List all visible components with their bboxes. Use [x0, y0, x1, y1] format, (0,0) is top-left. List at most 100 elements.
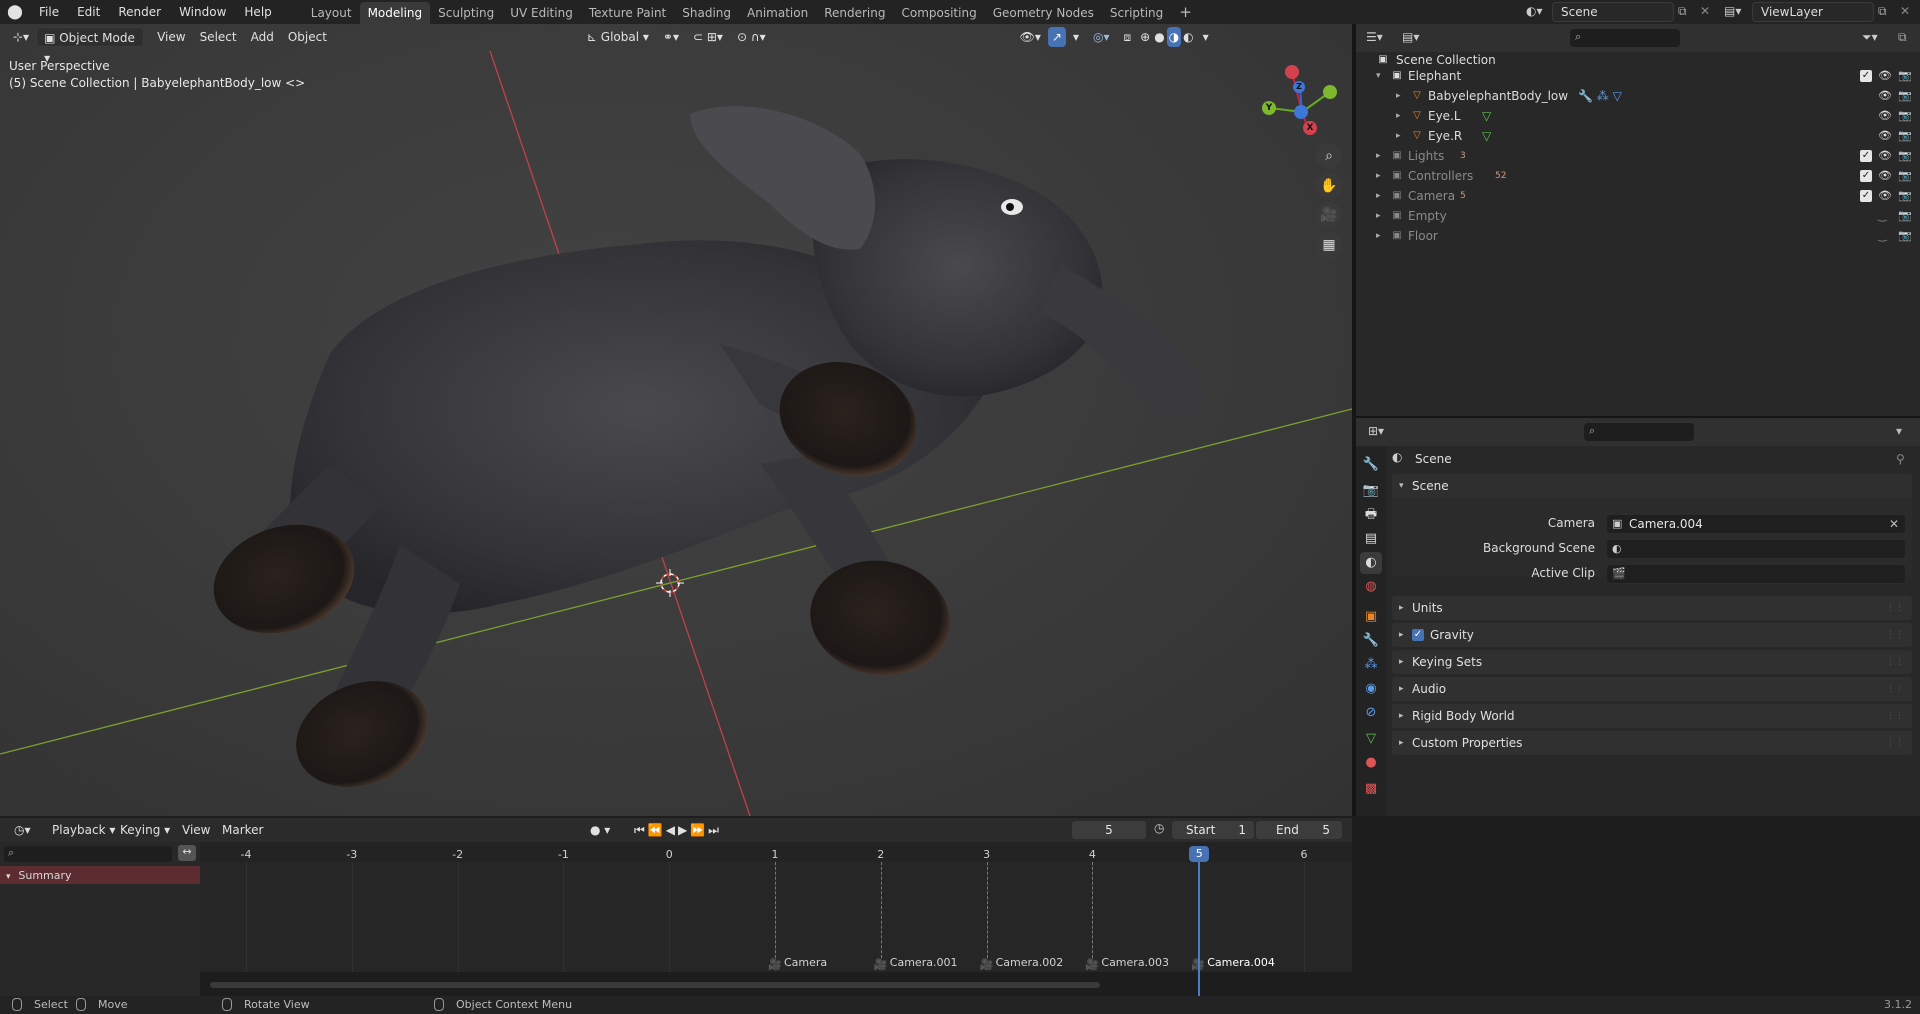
- visibility-eye-icon[interactable]: 👁: [1878, 186, 1892, 206]
- visibility-eye-icon[interactable]: 👁: [1878, 106, 1892, 126]
- render-camera-icon[interactable]: 📷: [1898, 126, 1912, 146]
- panel-header[interactable]: ▸ Custom Properties ⋮⋮: [1392, 731, 1912, 755]
- tool-tab-icon[interactable]: 🔧: [1360, 454, 1382, 476]
- exclude-checkbox[interactable]: ✓: [1860, 190, 1872, 202]
- tab-shading[interactable]: Shading: [674, 2, 739, 24]
- panel-scene-header[interactable]: ▾ Scene: [1392, 474, 1912, 498]
- delete-view-layer-icon[interactable]: ✕: [1900, 4, 1910, 18]
- outliner-row[interactable]: ▸ ▽ Eye.R ▽ 👁 📷: [1356, 126, 1920, 146]
- expand-arrow-icon[interactable]: ▸: [1376, 146, 1381, 166]
- physics-tab-icon[interactable]: ◉: [1360, 678, 1382, 700]
- outliner-row[interactable]: ▸ ▽ Eye.L ▽ 👁 📷: [1356, 106, 1920, 126]
- zoom-icon[interactable]: ⌕: [1316, 143, 1342, 169]
- new-scene-icon[interactable]: ⧉: [1678, 4, 1687, 19]
- outliner-row[interactable]: ▸ ▣ Lights 3 ✓ 👁 📷: [1356, 146, 1920, 166]
- gizmo-y-icon[interactable]: Y: [1262, 101, 1276, 115]
- timeline-editor-type-icon[interactable]: ◷▾: [8, 820, 37, 840]
- add-workspace-icon[interactable]: +: [1171, 3, 1200, 21]
- drag-handle-icon[interactable]: ⋮⋮: [1886, 650, 1904, 674]
- render-tab-icon[interactable]: 📷: [1360, 480, 1382, 502]
- data-tab-icon[interactable]: ▽: [1360, 728, 1382, 750]
- menu-add[interactable]: Add: [244, 27, 281, 47]
- menu-marker[interactable]: Marker: [216, 820, 269, 840]
- render-camera-icon[interactable]: 📷: [1898, 186, 1912, 206]
- gizmo-dropdown-icon[interactable]: ▾: [1066, 27, 1086, 47]
- transform-orientation-dropdown[interactable]: ⊾ Global ▾: [580, 27, 656, 47]
- display-mode-icon[interactable]: ▤▾: [1402, 30, 1419, 44]
- tab-rendering[interactable]: Rendering: [816, 2, 893, 24]
- keying-menu[interactable]: Keying ▾: [114, 820, 176, 840]
- texture-tab-icon[interactable]: ▩: [1360, 778, 1382, 800]
- tab-animation[interactable]: Animation: [739, 2, 816, 24]
- property-field[interactable]: 🎬: [1606, 564, 1906, 584]
- playback-controls[interactable]: ⏮⏪◀▶⏩⏭: [628, 820, 728, 840]
- scene-tab-icon[interactable]: ◐: [1360, 552, 1382, 574]
- visibility-icon[interactable]: 👁▾: [1013, 27, 1048, 47]
- render-camera-icon[interactable]: 📷: [1898, 86, 1912, 106]
- property-field[interactable]: ▣ Camera.004 ✕: [1606, 514, 1906, 534]
- summary-channel[interactable]: ▾ Summary: [0, 866, 200, 884]
- constraints-tab-icon[interactable]: ⊘: [1360, 702, 1382, 724]
- menu-window[interactable]: Window: [170, 0, 235, 24]
- elephant-model[interactable]: [199, 106, 1205, 806]
- properties-search-input[interactable]: ⌕: [1584, 423, 1694, 441]
- material-shading-icon[interactable]: ◑: [1166, 27, 1182, 47]
- delete-scene-icon[interactable]: ✕: [1700, 4, 1710, 18]
- outliner-row[interactable]: ▸ ▣ Controllers 52 ✓ 👁 📷: [1356, 166, 1920, 186]
- blender-logo-icon[interactable]: ⬤: [0, 4, 30, 20]
- particles-tab-icon[interactable]: ⁂: [1360, 654, 1382, 676]
- property-field[interactable]: ◐: [1606, 539, 1906, 559]
- scene-name-field[interactable]: Scene: [1552, 2, 1674, 22]
- new-view-layer-icon[interactable]: ⧉: [1878, 4, 1887, 19]
- shading-options-icon[interactable]: ▾: [1196, 27, 1216, 47]
- outliner-search-input[interactable]: ⌕: [1570, 29, 1680, 47]
- visibility-eye-icon[interactable]: 👁: [1878, 146, 1892, 166]
- visibility-eye-icon[interactable]: 👁: [1878, 126, 1892, 146]
- snap-icon[interactable]: ⊂ ⊞▾: [686, 27, 730, 47]
- drag-handle-icon[interactable]: ⋮⋮: [1886, 623, 1904, 647]
- expand-arrow-icon[interactable]: ▸: [1376, 166, 1381, 186]
- outliner-row[interactable]: ▸ ▣ Floor ‿ 📷: [1356, 226, 1920, 246]
- filter-icon[interactable]: ⏷▾: [1862, 30, 1878, 45]
- marker-label[interactable]: Camera.003: [1101, 956, 1169, 969]
- modifier-tab-icon[interactable]: 🔧: [1360, 630, 1382, 652]
- expand-arrow-icon[interactable]: ▸: [1396, 126, 1401, 146]
- tab-compositing[interactable]: Compositing: [893, 2, 984, 24]
- view-layer-field[interactable]: ViewLayer: [1752, 2, 1874, 22]
- properties-editor-type-icon[interactable]: ⊞▾: [1368, 424, 1384, 438]
- marker-label[interactable]: Camera.002: [996, 956, 1064, 969]
- render-camera-icon[interactable]: 📷: [1898, 146, 1912, 166]
- outliner-editor-type-icon[interactable]: ☰▾: [1366, 30, 1383, 44]
- output-tab-icon[interactable]: 🖶: [1360, 504, 1382, 526]
- tab-scripting[interactable]: Scripting: [1102, 2, 1171, 24]
- auto-keying-icon[interactable]: ● ▾: [584, 820, 616, 840]
- preview-range-icon[interactable]: ◷: [1154, 821, 1164, 835]
- visibility-eye-icon[interactable]: 👁: [1878, 166, 1892, 186]
- visibility-eye-icon[interactable]: ‿: [1878, 206, 1887, 226]
- gizmo-z-neg-icon[interactable]: [1294, 105, 1308, 119]
- mode-dropdown[interactable]: ▣ Object Mode ▾: [36, 27, 145, 65]
- visibility-eye-icon[interactable]: ‿: [1878, 226, 1887, 246]
- outliner-row[interactable]: ▸ ▣ Camera 5 ✓ 👁 📷: [1356, 186, 1920, 206]
- panel-header[interactable]: ▸ Rigid Body World ⋮⋮: [1392, 704, 1912, 728]
- marker-camera-icon[interactable]: 🎥: [980, 958, 994, 971]
- drag-handle-icon[interactable]: ⋮⋮: [1886, 731, 1904, 755]
- visibility-eye-icon[interactable]: 👁: [1878, 66, 1892, 86]
- pan-hand-icon[interactable]: ✋: [1316, 173, 1342, 199]
- drag-handle-icon[interactable]: ⋮⋮: [1886, 704, 1904, 728]
- drag-handle-icon[interactable]: ⋮⋮: [1886, 677, 1904, 701]
- collapse-arrow-icon[interactable]: ▾: [1376, 66, 1381, 86]
- marker-label[interactable]: Camera: [784, 956, 827, 969]
- clear-icon[interactable]: ✕: [1889, 515, 1899, 533]
- visibility-eye-icon[interactable]: 👁: [1878, 86, 1892, 106]
- gizmo-toggle-icon[interactable]: ↗: [1047, 27, 1066, 47]
- gizmo-x-neg-icon[interactable]: [1285, 65, 1299, 79]
- render-camera-icon[interactable]: 📷: [1898, 206, 1912, 226]
- current-frame-field[interactable]: 5: [1072, 821, 1146, 839]
- exclude-checkbox[interactable]: ✓: [1860, 170, 1872, 182]
- menu-view[interactable]: View: [176, 820, 216, 840]
- marker-camera-icon[interactable]: 🎥: [768, 958, 782, 971]
- outliner-row[interactable]: ▾ ▣ Elephant ✓ 👁 📷: [1356, 66, 1920, 86]
- render-camera-icon[interactable]: 📷: [1898, 66, 1912, 86]
- menu-object[interactable]: Object: [281, 27, 334, 47]
